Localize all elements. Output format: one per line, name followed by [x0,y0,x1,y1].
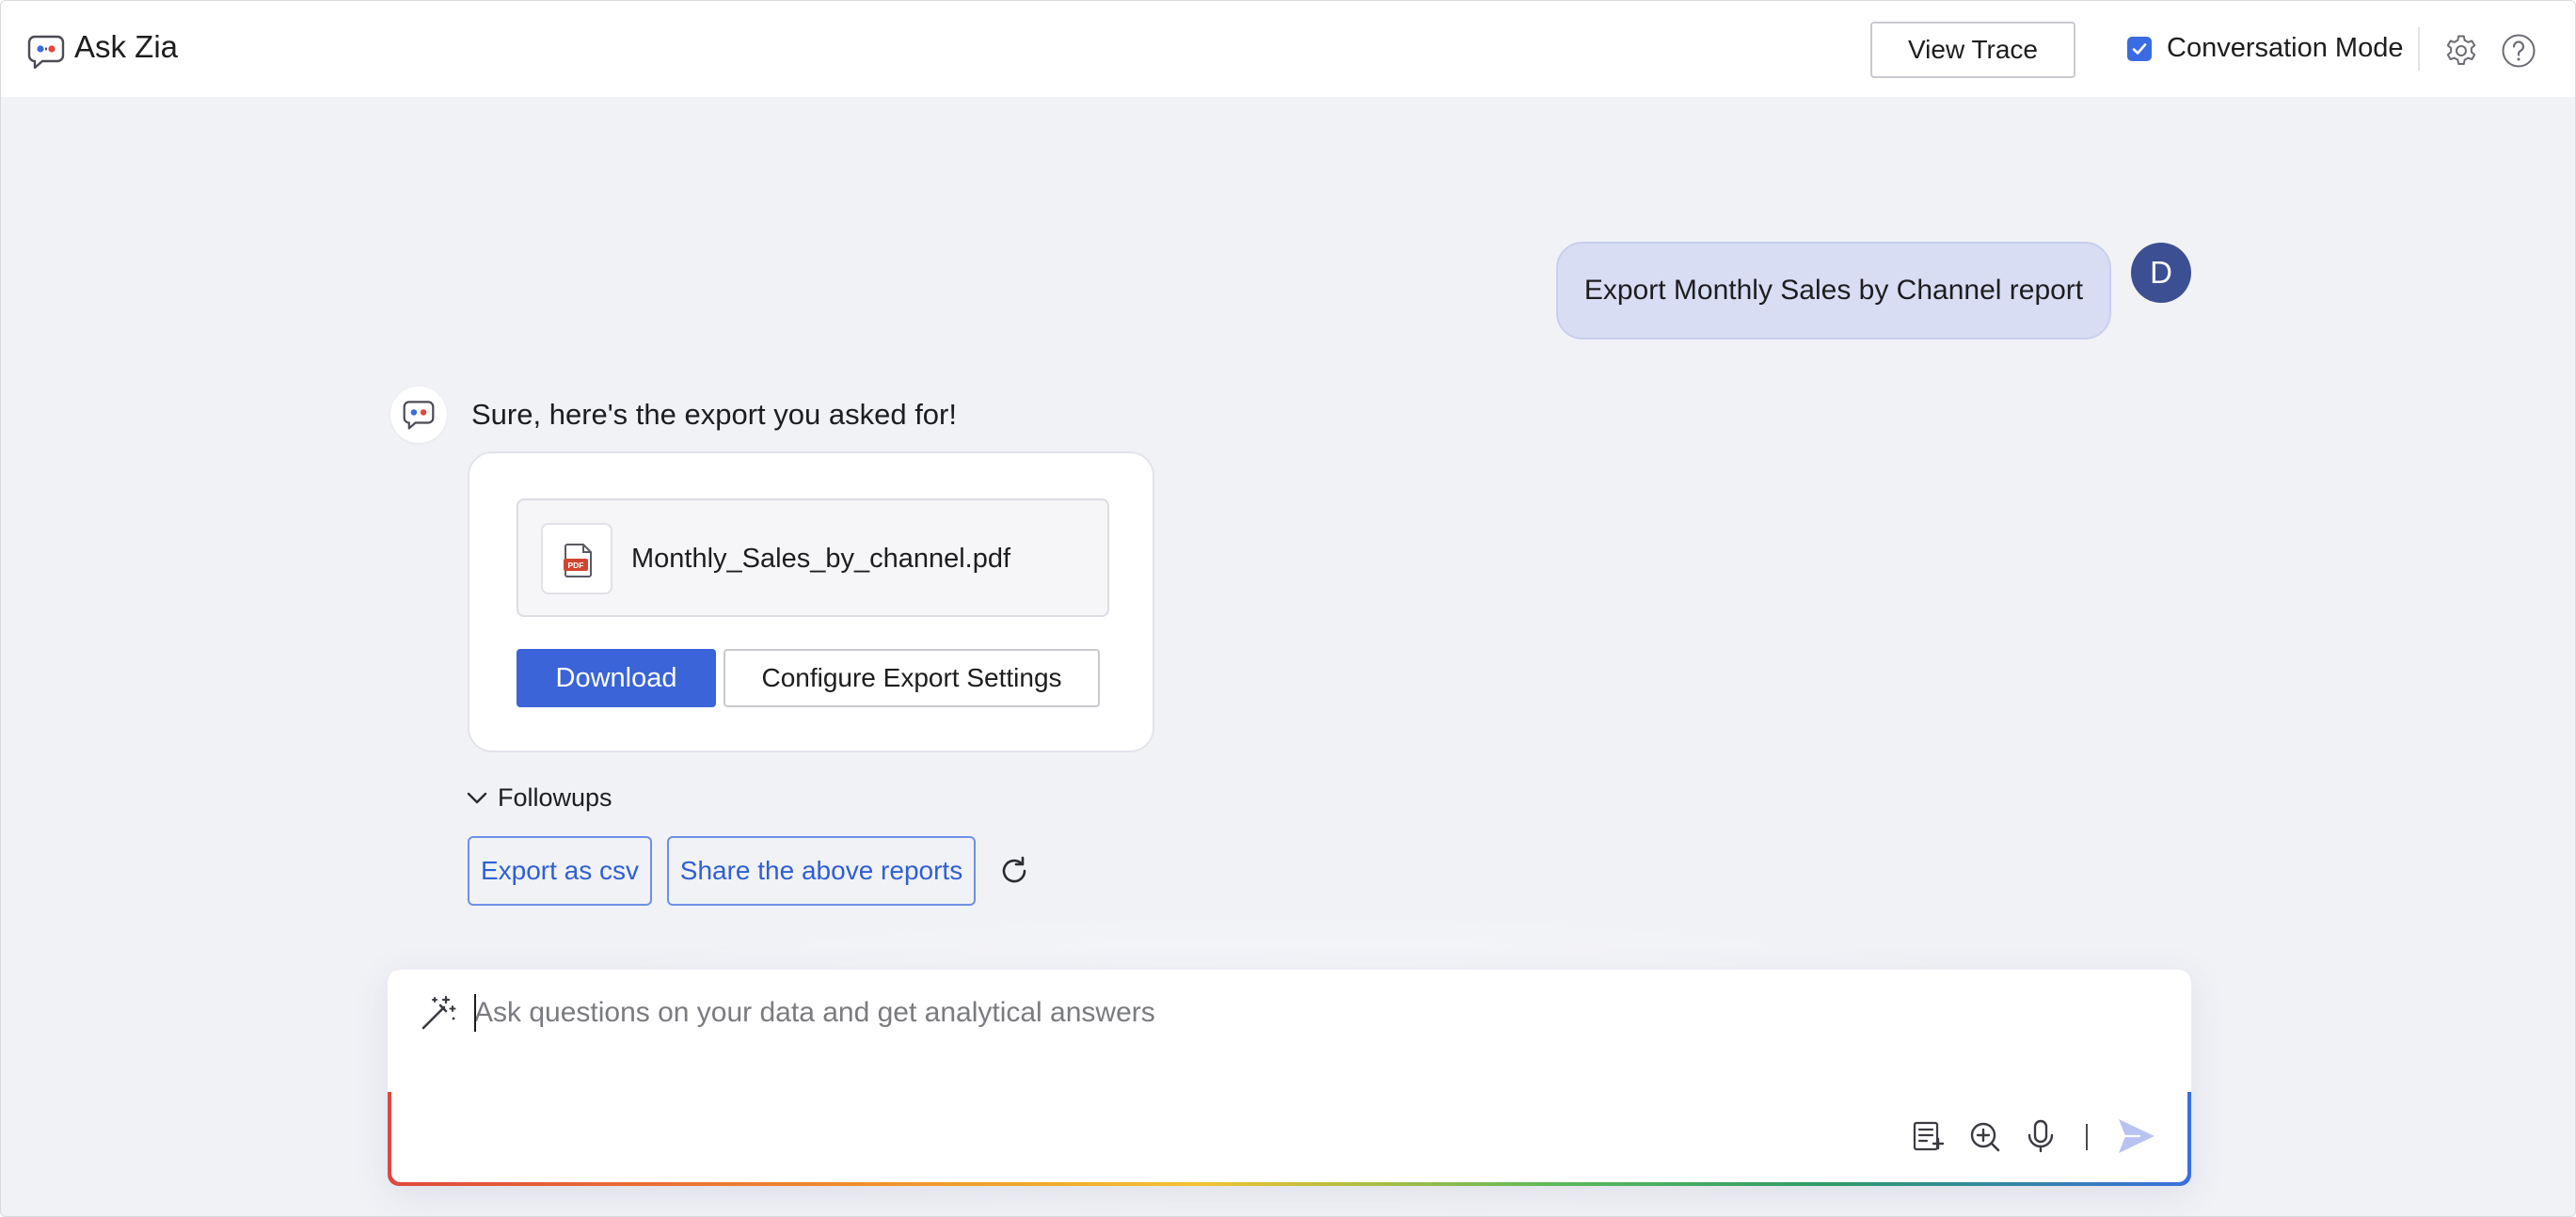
chevron-down-icon [467,792,487,804]
microphone-icon[interactable] [2023,1118,2059,1154]
configure-export-settings-button[interactable]: Configure Export Settings [724,649,1100,707]
download-button[interactable]: Download [517,649,716,707]
toolbar-divider [2086,1124,2088,1150]
suggested-prompts-icon[interactable] [1910,1118,1946,1154]
followup-chip-share-reports[interactable]: Share the above reports [667,836,976,906]
header-bar: Ask Zia View Trace Conversation Mode [1,1,2575,97]
refresh-followups-icon[interactable] [997,854,1031,888]
followup-chip-export-csv[interactable]: Export as csv [468,836,652,906]
assistant-message-text: Sure, here's the export you asked for! [471,398,957,431]
text-caret [474,994,476,1032]
file-attachment[interactable]: PDF Monthly_Sales_by_channel.pdf [517,498,1109,617]
header-divider [2418,27,2420,71]
settings-icon[interactable] [2443,33,2479,69]
send-icon[interactable] [2115,1114,2158,1158]
ask-input[interactable] [474,992,2074,1034]
user-message-bubble: Export Monthly Sales by Channel report [1556,242,2111,340]
svg-text:PDF: PDF [568,561,584,570]
user-avatar: D [2131,243,2191,303]
composer [388,970,2191,1186]
conversation-mode-label[interactable]: Conversation Mode [2167,33,2403,64]
checkmark-icon [2132,43,2147,55]
pdf-file-icon: PDF [564,544,592,577]
magic-wand-icon[interactable] [418,994,457,1034]
app-title: Ask Zia [74,29,179,64]
help-icon[interactable] [2500,32,2537,70]
followups-label: Followups [498,783,612,812]
view-trace-button[interactable]: View Trace [1870,22,2075,78]
assistant-avatar [390,387,447,443]
file-icon-container: PDF [541,523,612,594]
file-name: Monthly_Sales_by_channel.pdf [631,544,1011,574]
conversation-mode-checkbox[interactable] [2127,37,2152,61]
ask-zia-window: Ask Zia View Trace Conversation Mode Exp… [0,0,2576,1217]
zia-bot-icon [403,401,435,430]
explore-icon[interactable] [1966,1118,2002,1154]
zia-logo-icon [27,35,65,70]
composer-inner [388,970,2191,1182]
export-card: PDF Monthly_Sales_by_channel.pdf Downloa… [468,451,1154,752]
